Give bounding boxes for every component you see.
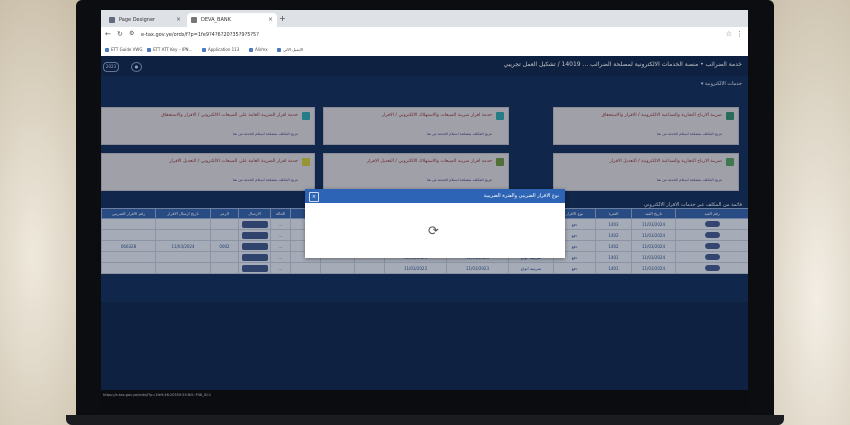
dialog-title: نوع الاقرار الضريبي والفترة الضريبية	[483, 193, 559, 199]
browser-tab-deva-bank[interactable]: DEVA_BANK ×	[187, 13, 277, 27]
browser-tab-page-designer[interactable]: Page Designer ×	[105, 13, 185, 27]
laptop-base	[66, 415, 784, 425]
reload-icon[interactable]: ↻	[117, 30, 123, 38]
browser-tab-label: Page Designer	[119, 17, 156, 23]
close-tab-icon[interactable]: ×	[176, 13, 181, 27]
new-tab-button[interactable]: +	[279, 13, 286, 25]
bookmark-star-icon[interactable]: ☆	[726, 30, 732, 38]
loading-spinner-icon: ⟳	[428, 224, 439, 239]
screen: Page Designer × DEVA_BANK × + ← ↻ ⚙ e-ta…	[101, 10, 748, 410]
bookmark-item[interactable]: ETT ATT Key – IPN...	[147, 46, 192, 54]
loading-dialog: × نوع الاقرار الضريبي والفترة الضريبية ⟳	[305, 189, 565, 258]
bookmark-item[interactable]: ETT Guide VWG	[105, 46, 142, 54]
bookmark-item[interactable]: الايميل الالي	[277, 46, 303, 54]
bookmark-item[interactable]: Application 113	[202, 46, 239, 54]
deva-bank-tab-icon	[191, 17, 197, 23]
url-field[interactable]: e-tax.gov.ye/ords/f?p=1fe9?4?6?20?35?9?5…	[141, 30, 259, 40]
address-bar: ← ↻ ⚙ e-tax.gov.ye/ords/f?p=1fe9?4?6?20?…	[101, 27, 748, 45]
dialog-header: × نوع الاقرار الضريبي والفترة الضريبية	[305, 189, 565, 203]
site-info-icon[interactable]: ⚙	[129, 30, 134, 37]
close-icon[interactable]: ×	[309, 192, 319, 202]
page-designer-tab-icon	[109, 17, 115, 23]
close-tab-icon[interactable]: ×	[268, 13, 273, 27]
browser-tab-bar: Page Designer × DEVA_BANK × +	[101, 10, 748, 27]
browser-tab-label: DEVA_BANK	[201, 17, 231, 23]
status-url: https://e-tax.gov.ye/ords/f?p=1fe9:46:20…	[103, 393, 212, 397]
bookmark-item[interactable]: Ali/mx	[249, 46, 268, 54]
back-icon[interactable]: ←	[105, 30, 111, 38]
browser-menu-icon[interactable]: ⋮	[736, 30, 743, 38]
